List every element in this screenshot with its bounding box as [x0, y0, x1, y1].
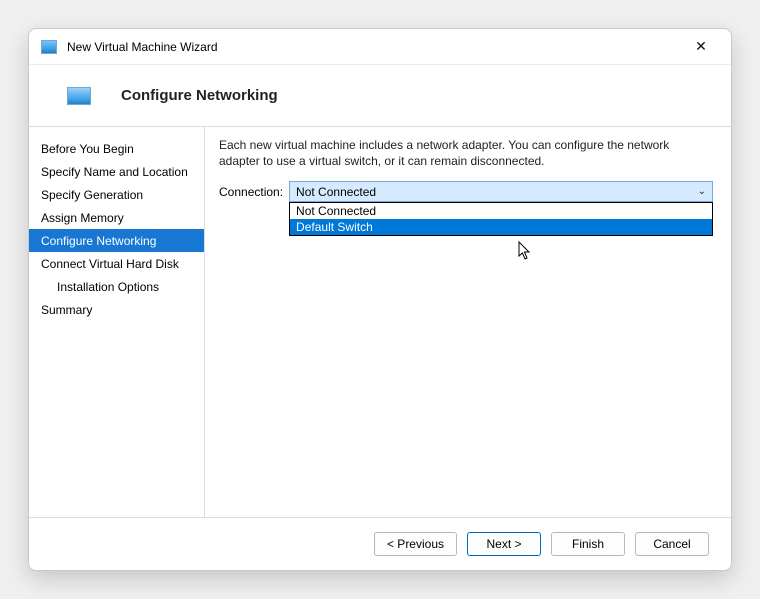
dropdown-option[interactable]: Not Connected	[290, 203, 712, 219]
wizard-steps: Before You BeginSpecify Name and Locatio…	[29, 127, 205, 517]
page-icon	[67, 87, 91, 105]
close-button[interactable]: ✕	[683, 33, 719, 61]
connection-combobox[interactable]: Not Connected ⌄	[289, 181, 713, 202]
wizard-body: Before You BeginSpecify Name and Locatio…	[29, 127, 731, 518]
combobox-value: Not Connected	[296, 185, 376, 199]
dropdown-option[interactable]: Default Switch	[290, 219, 712, 235]
chevron-down-icon: ⌄	[698, 186, 706, 197]
wizard-footer: < Previous Next > Finish Cancel	[29, 518, 731, 570]
window-title: New Virtual Machine Wizard	[67, 40, 218, 54]
close-icon: ✕	[695, 38, 707, 55]
wizard-step[interactable]: Configure Networking	[29, 229, 204, 252]
wizard-header: Configure Networking	[29, 65, 731, 127]
finish-button[interactable]: Finish	[551, 532, 625, 556]
app-icon	[41, 40, 57, 54]
wizard-step[interactable]: Specify Name and Location	[29, 160, 204, 183]
wizard-step[interactable]: Specify Generation	[29, 183, 204, 206]
content-area: Each new virtual machine includes a netw…	[205, 127, 731, 517]
connection-label: Connection:	[219, 185, 283, 199]
titlebar: New Virtual Machine Wizard ✕	[29, 29, 731, 65]
wizard-step[interactable]: Assign Memory	[29, 206, 204, 229]
connection-combo-wrap: Not Connected ⌄ Not ConnectedDefault Swi…	[289, 181, 713, 202]
wizard-step[interactable]: Before You Begin	[29, 137, 204, 160]
connection-row: Connection: Not Connected ⌄ Not Connecte…	[219, 181, 713, 202]
description-text: Each new virtual machine includes a netw…	[219, 137, 713, 169]
next-button[interactable]: Next >	[467, 532, 541, 556]
connection-dropdown: Not ConnectedDefault Switch	[289, 202, 713, 236]
previous-button[interactable]: < Previous	[374, 532, 457, 556]
page-title: Configure Networking	[121, 87, 278, 104]
wizard-step[interactable]: Connect Virtual Hard Disk	[29, 252, 204, 275]
wizard-step[interactable]: Installation Options	[29, 275, 204, 298]
wizard-step[interactable]: Summary	[29, 298, 204, 321]
wizard-window: New Virtual Machine Wizard ✕ Configure N…	[28, 28, 732, 571]
cancel-button[interactable]: Cancel	[635, 532, 709, 556]
